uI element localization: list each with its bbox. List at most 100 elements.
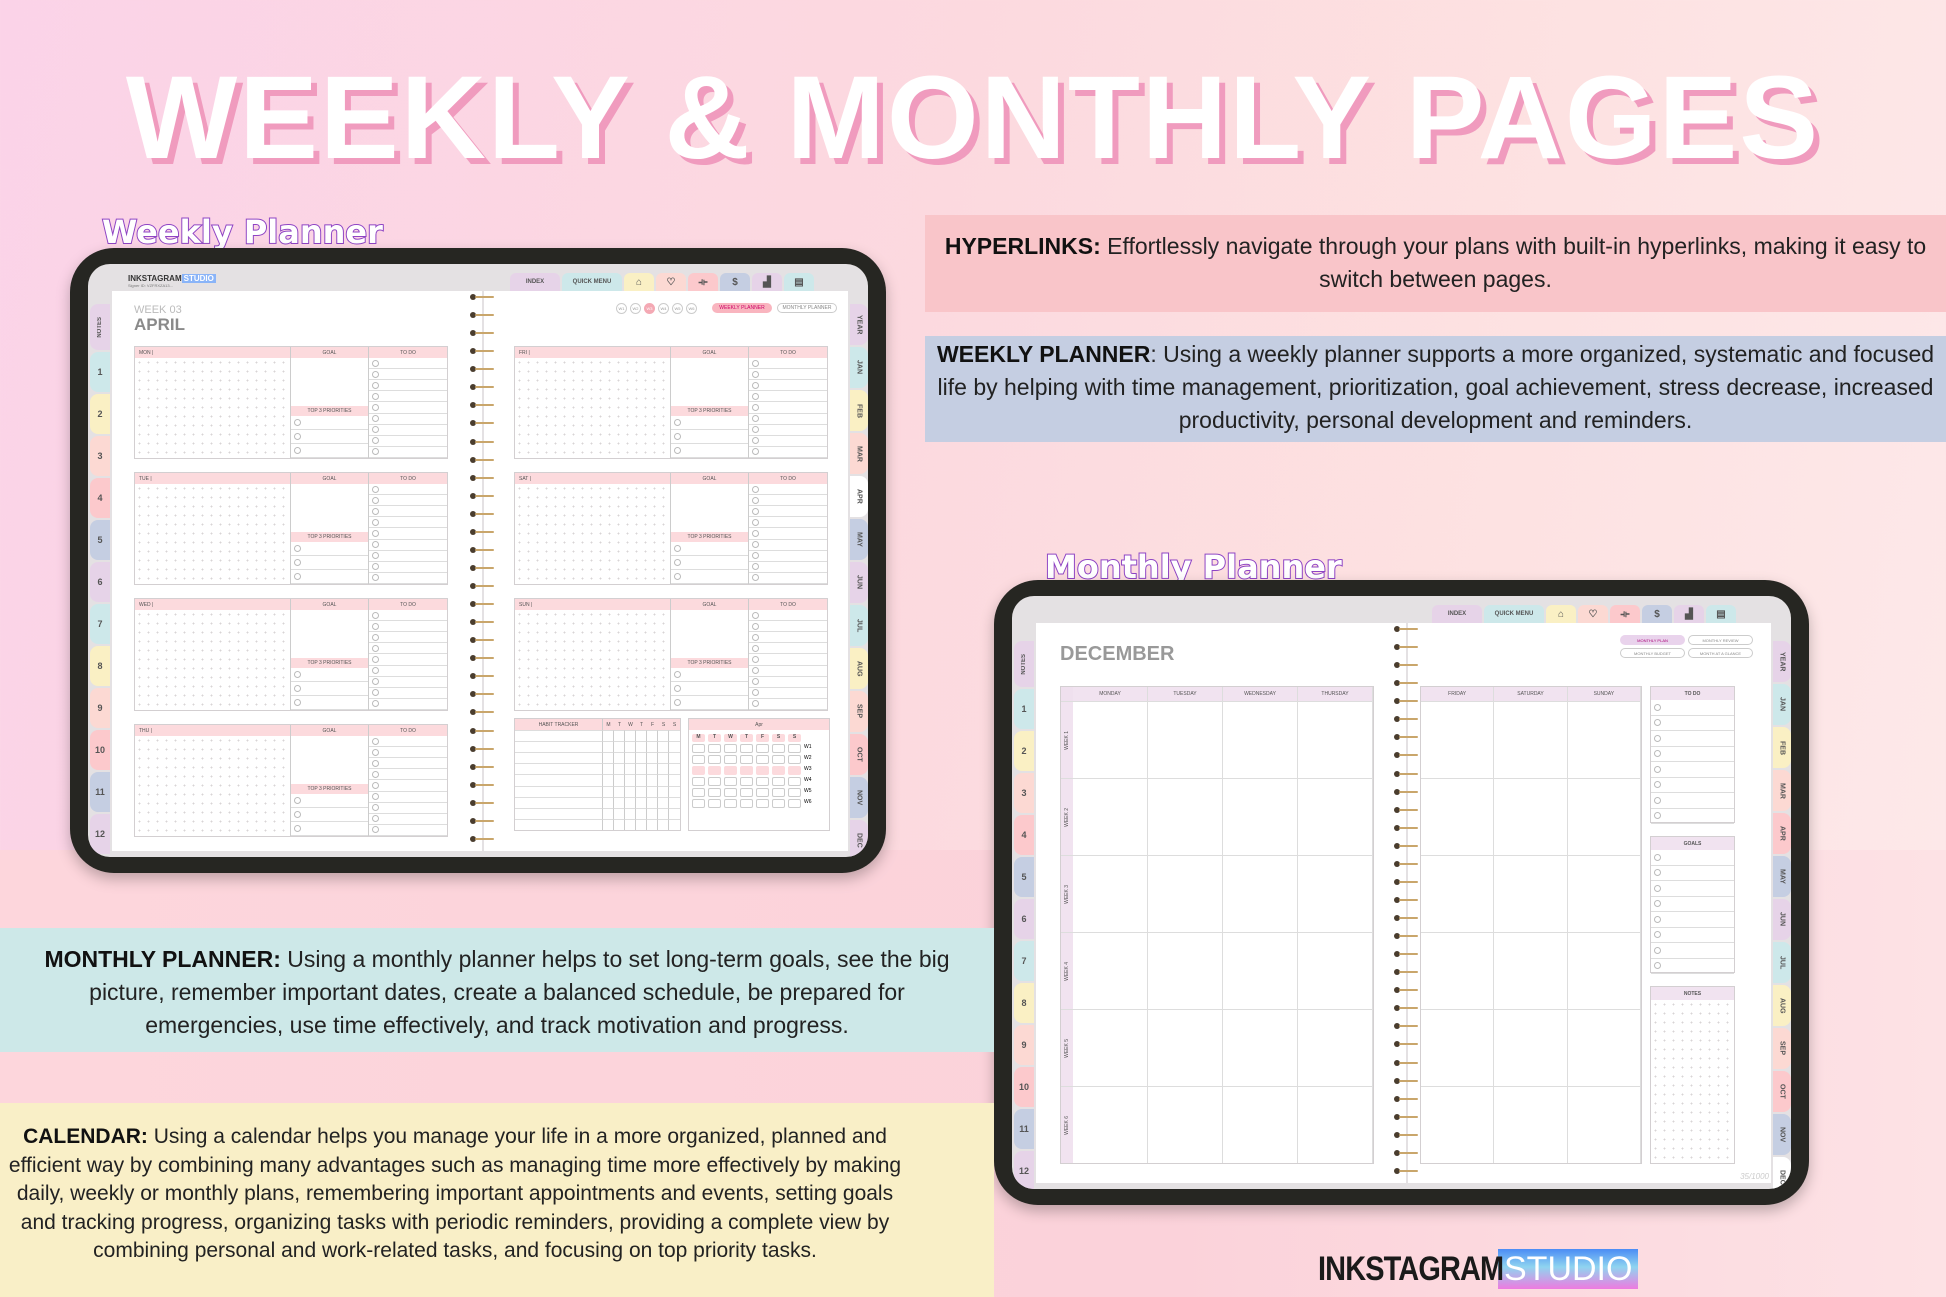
checkbox-icon[interactable] [372, 392, 379, 400]
checkbox-icon[interactable] [752, 485, 759, 493]
todo-item[interactable] [749, 369, 827, 381]
checkbox-icon[interactable] [294, 699, 301, 706]
checkbox-icon[interactable] [372, 611, 379, 619]
priority-item[interactable] [291, 808, 368, 822]
checkbox-icon[interactable] [372, 770, 379, 778]
mini-cal-cell[interactable] [724, 744, 737, 753]
month-tab-sep[interactable]: SEP [1773, 1028, 1791, 1069]
dumbbell-icon[interactable]: ⟛ [688, 273, 718, 291]
todo-item[interactable] [749, 391, 827, 403]
month-tab-jul[interactable]: JUL [850, 605, 868, 646]
todo-item[interactable] [749, 654, 827, 666]
priority-item[interactable] [671, 696, 748, 710]
month-tab-nov[interactable]: NOV [850, 777, 868, 818]
habit-cell[interactable] [658, 785, 669, 797]
calendar-cell[interactable] [1567, 1086, 1641, 1163]
checkbox-icon[interactable] [372, 485, 379, 493]
calendar-cell[interactable] [1073, 701, 1148, 778]
habit-cell[interactable] [669, 785, 680, 797]
priority-item[interactable] [291, 696, 368, 710]
goal-area[interactable] [291, 736, 368, 784]
tab-quick-menu[interactable]: QUICK MENU [1484, 605, 1544, 623]
checkbox-icon[interactable] [372, 359, 379, 367]
habit-cell[interactable] [658, 796, 669, 808]
habit-cell[interactable] [625, 752, 636, 764]
left-tab-notes[interactable]: NOTES [1014, 641, 1034, 687]
week-button-w5[interactable]: W5 [672, 303, 683, 314]
month-tab-feb[interactable]: FEB [1773, 727, 1791, 768]
priority-item[interactable] [291, 556, 368, 570]
home-icon[interactable]: ⌂ [1546, 605, 1576, 623]
left-tab-6[interactable]: 6 [90, 562, 110, 602]
calendar-cell[interactable] [1298, 1009, 1373, 1086]
priority-item[interactable] [291, 542, 368, 556]
todo-item[interactable] [749, 447, 827, 458]
checkbox-icon[interactable] [372, 815, 379, 823]
checkbox-icon[interactable] [752, 667, 759, 675]
todo-item[interactable] [369, 380, 447, 392]
checkbox-icon[interactable] [372, 678, 379, 686]
left-tab-12[interactable]: 12 [1014, 1151, 1034, 1189]
notebook-icon[interactable]: ▤ [784, 273, 814, 291]
calendar-cell[interactable] [1421, 855, 1495, 932]
priority-item[interactable] [291, 682, 368, 696]
habit-cell[interactable] [515, 741, 603, 753]
calendar-cell[interactable] [1421, 778, 1495, 855]
mini-cal-cell[interactable] [788, 788, 801, 797]
tab-index[interactable]: INDEX [510, 273, 560, 291]
checkbox-icon[interactable] [372, 529, 379, 537]
habit-cell[interactable] [625, 796, 636, 808]
mini-cal-cell[interactable] [740, 799, 753, 808]
checkbox-icon[interactable] [752, 552, 759, 560]
todo-item[interactable] [369, 369, 447, 381]
checkbox-icon[interactable] [372, 496, 379, 504]
checkbox-icon[interactable] [294, 797, 301, 804]
month-tab-dec[interactable]: DEC [1773, 1157, 1791, 1189]
checklist-item[interactable] [1651, 700, 1734, 716]
habit-cell[interactable] [647, 785, 658, 797]
habit-cell[interactable] [614, 807, 625, 819]
checkbox-icon[interactable] [674, 433, 681, 440]
checkbox-icon[interactable] [752, 426, 759, 434]
todo-item[interactable] [369, 747, 447, 759]
checklist-item[interactable] [1651, 897, 1734, 912]
habit-cell[interactable] [515, 796, 603, 808]
checkbox-icon[interactable] [752, 392, 759, 400]
calendar-cell[interactable] [1148, 932, 1223, 1009]
calendar-cell[interactable] [1148, 701, 1223, 778]
checkbox-icon[interactable] [294, 825, 301, 832]
checkbox-icon[interactable] [294, 447, 301, 454]
left-tab-3[interactable]: 3 [90, 436, 110, 476]
habit-cell[interactable] [625, 741, 636, 753]
checkbox-icon[interactable] [752, 415, 759, 423]
checkbox-icon[interactable] [372, 574, 379, 582]
calendar-cell[interactable] [1223, 932, 1298, 1009]
calendar-cell[interactable] [1298, 701, 1373, 778]
habit-cell[interactable] [614, 774, 625, 786]
mini-cal-cell[interactable] [740, 777, 753, 786]
todo-item[interactable] [749, 699, 827, 710]
link-monthly-planner[interactable]: MONTHLY PLANNER [777, 303, 837, 313]
checkbox-icon[interactable] [372, 655, 379, 663]
calendar-cell[interactable] [1494, 855, 1568, 932]
todo-item[interactable] [369, 825, 447, 836]
checkbox-icon[interactable] [372, 793, 379, 801]
habit-cell[interactable] [669, 774, 680, 785]
left-tab-4[interactable]: 4 [1014, 815, 1034, 855]
priority-item[interactable] [291, 668, 368, 682]
month-tab-year[interactable]: YEAR [850, 304, 868, 345]
checkbox-icon[interactable] [1654, 781, 1661, 789]
mini-cal-cell[interactable] [788, 766, 801, 775]
habit-cell[interactable] [658, 730, 669, 742]
mini-cal-cell[interactable] [708, 755, 721, 764]
calendar-cell[interactable] [1148, 1086, 1223, 1163]
habit-cell[interactable] [614, 730, 625, 742]
checklist-item[interactable] [1651, 912, 1734, 928]
checklist-item[interactable] [1651, 943, 1734, 959]
habit-cell[interactable] [515, 763, 603, 775]
habit-cell[interactable] [625, 730, 636, 742]
checkbox-icon[interactable] [372, 437, 379, 445]
checkbox-icon[interactable] [752, 678, 759, 686]
priority-item[interactable] [291, 822, 368, 836]
habit-cell[interactable] [669, 752, 680, 763]
